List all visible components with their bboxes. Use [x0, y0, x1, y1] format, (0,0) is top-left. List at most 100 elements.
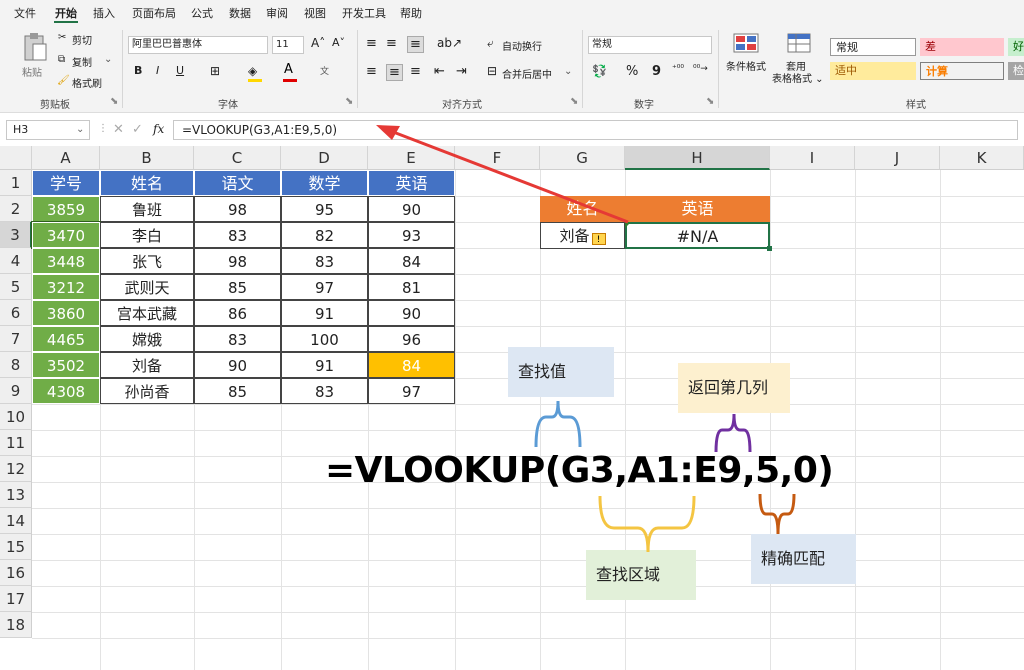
tab-home[interactable]: 开始: [55, 5, 77, 21]
copy-dropdown-icon[interactable]: ⌄: [104, 54, 112, 65]
table-cell[interactable]: 3502: [32, 352, 100, 378]
align-bottom-icon[interactable]: ≡: [407, 36, 424, 53]
align-middle-icon[interactable]: ≡: [386, 36, 397, 51]
table-cell[interactable]: 刘备: [100, 352, 194, 378]
style-neutral[interactable]: 适中: [830, 62, 916, 80]
table-cell[interactable]: 83: [194, 222, 281, 248]
increase-indent-icon[interactable]: ⇥: [456, 64, 467, 79]
table-cell[interactable]: 82: [281, 222, 368, 248]
align-right-icon[interactable]: ≡: [410, 64, 421, 79]
table-cell[interactable]: 武则天: [100, 274, 194, 300]
alignment-launcher-icon[interactable]: ⬊: [570, 96, 578, 107]
paste-icon[interactable]: [22, 32, 48, 62]
table-cell[interactable]: 84: [368, 352, 455, 378]
table-id-header[interactable]: 学号: [32, 170, 100, 196]
col-header-b[interactable]: B: [100, 146, 194, 170]
table-cell[interactable]: 3859: [32, 196, 100, 222]
accounting-icon[interactable]: 💱: [592, 64, 607, 78]
merge-icon[interactable]: ⊟: [487, 64, 497, 78]
table-name-header[interactable]: 姓名: [100, 170, 194, 196]
cut-button[interactable]: 剪切: [72, 32, 92, 47]
increase-font-icon[interactable]: A˄: [311, 36, 325, 50]
font-size-select[interactable]: 11: [272, 36, 304, 54]
table-chinese-header[interactable]: 语文: [194, 170, 281, 196]
decrease-decimal-icon[interactable]: ⁰⁰→: [693, 64, 708, 74]
row-header[interactable]: 14: [0, 508, 32, 534]
table-cell[interactable]: 97: [281, 274, 368, 300]
merge-center-button[interactable]: 合并后居中: [502, 66, 552, 81]
table-cell[interactable]: 3470: [31, 221, 101, 249]
col-header-i[interactable]: I: [770, 146, 855, 170]
col-header-a[interactable]: A: [32, 146, 100, 170]
table-cell[interactable]: 96: [368, 326, 455, 352]
lookup-result-cell[interactable]: #N/A: [625, 222, 770, 249]
orientation-icon[interactable]: ab↗: [437, 36, 462, 50]
table-cell[interactable]: 97: [368, 378, 455, 404]
row-header[interactable]: 11: [0, 430, 32, 456]
tab-help[interactable]: 帮助: [400, 5, 422, 21]
paste-button[interactable]: 粘贴: [22, 64, 42, 79]
table-cell[interactable]: 孙尚香: [100, 378, 194, 404]
tab-review[interactable]: 审阅: [266, 5, 288, 21]
table-cell[interactable]: 4308: [32, 378, 100, 404]
row-header[interactable]: 16: [0, 560, 32, 586]
row-header[interactable]: 12: [0, 456, 32, 482]
select-all-corner[interactable]: [0, 146, 32, 170]
format-painter-button[interactable]: 格式刷: [72, 75, 102, 90]
cancel-icon[interactable]: ✕: [113, 122, 124, 137]
bold-button[interactable]: B: [134, 64, 142, 77]
table-cell[interactable]: 90: [368, 300, 455, 326]
percent-button[interactable]: %: [626, 64, 638, 79]
row-header[interactable]: 10: [0, 404, 32, 430]
row-header[interactable]: 3: [0, 222, 32, 248]
format-painter-icon[interactable]: 🖌: [57, 75, 70, 86]
table-cell[interactable]: 嫦娥: [100, 326, 194, 352]
table-cell[interactable]: 李白: [100, 222, 194, 248]
table-cell[interactable]: 84: [368, 248, 455, 274]
conditional-format-button[interactable]: 条件格式: [726, 58, 766, 73]
comma-style-button[interactable]: 9: [652, 64, 661, 79]
table-cell[interactable]: 98: [194, 196, 281, 222]
table-cell[interactable]: 宫本武藏: [100, 300, 194, 326]
warning-icon[interactable]: !: [591, 233, 606, 245]
lookup-header-english[interactable]: 英语: [625, 196, 770, 222]
font-name-select[interactable]: 阿里巴巴普惠体: [128, 36, 268, 54]
wrap-text-icon[interactable]: ⤶: [487, 36, 494, 51]
tab-file[interactable]: 文件: [14, 5, 36, 21]
number-launcher-icon[interactable]: ⬊: [706, 96, 714, 107]
italic-button[interactable]: I: [156, 64, 159, 77]
table-cell[interactable]: 4465: [32, 326, 100, 352]
style-calculation[interactable]: 计算: [920, 62, 1004, 80]
style-check-cell[interactable]: 检: [1008, 62, 1024, 80]
table-cell[interactable]: 98: [194, 248, 281, 274]
col-header-d[interactable]: D: [281, 146, 368, 170]
col-header-c[interactable]: C: [194, 146, 281, 170]
tab-page-layout[interactable]: 页面布局: [132, 5, 176, 21]
table-cell[interactable]: 83: [281, 378, 368, 404]
decrease-indent-icon[interactable]: ⇤: [434, 64, 445, 79]
align-center-icon[interactable]: ≡: [386, 64, 403, 81]
row-header[interactable]: 8: [0, 352, 32, 378]
format-as-table-label[interactable]: 表格格式 ⌄: [772, 70, 824, 85]
table-math-header[interactable]: 数学: [281, 170, 368, 196]
table-cell[interactable]: 86: [194, 300, 281, 326]
underline-button[interactable]: U: [176, 64, 184, 77]
tab-developer[interactable]: 开发工具: [342, 5, 386, 21]
table-cell[interactable]: 95: [281, 196, 368, 222]
table-cell[interactable]: 83: [281, 248, 368, 274]
increase-decimal-icon[interactable]: ⁺⁰⁰: [672, 64, 684, 74]
tab-formulas[interactable]: 公式: [191, 5, 213, 21]
enter-icon[interactable]: ✓: [132, 122, 143, 137]
row-header[interactable]: 1: [0, 170, 32, 196]
tab-insert[interactable]: 插入: [93, 5, 115, 21]
table-cell[interactable]: 85: [194, 378, 281, 404]
align-left-icon[interactable]: ≡: [366, 64, 377, 79]
table-cell[interactable]: 3212: [32, 274, 100, 300]
conditional-format-icon[interactable]: [732, 32, 760, 54]
clipboard-launcher-icon[interactable]: ⬊: [110, 96, 118, 107]
row-header[interactable]: 7: [0, 326, 32, 352]
merge-dropdown-icon[interactable]: ⌄: [564, 66, 572, 77]
row-header[interactable]: 2: [0, 196, 32, 222]
table-cell[interactable]: 张飞: [100, 248, 194, 274]
insert-function-button[interactable]: fx: [153, 122, 164, 136]
